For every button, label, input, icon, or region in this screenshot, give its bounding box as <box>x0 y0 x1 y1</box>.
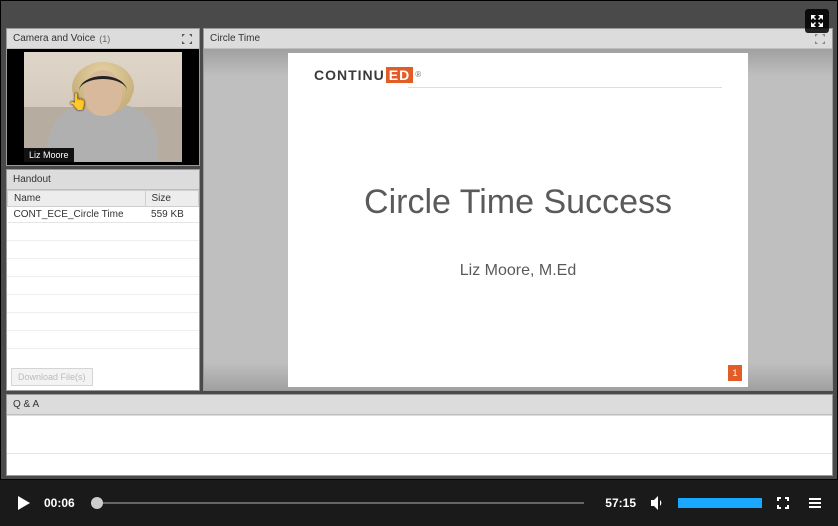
progress-handle[interactable] <box>91 497 103 509</box>
menu-button[interactable] <box>804 492 826 514</box>
brand-logo: CONTINUED® <box>314 67 422 83</box>
play-icon <box>14 494 32 512</box>
qa-body[interactable] <box>7 415 832 475</box>
slide-viewport: CONTINUED® Circle Time Success Liz Moore… <box>204 49 832 390</box>
handout-body: Name Size CONT_ECE_Circle Time 559 KB <box>7 190 199 390</box>
fullscreen-player-button[interactable] <box>772 492 794 514</box>
camera-panel-title: Camera and Voice <box>13 33 95 44</box>
slide-panel: Circle Time CONTINUED® Circle Time Succe… <box>203 28 833 391</box>
progress-bar[interactable] <box>96 497 584 509</box>
webcam-video: 👆 Liz Moore <box>7 49 199 165</box>
viewport: Camera and Voice (1) 👆 Liz Moore <box>0 0 838 526</box>
progress-line <box>96 502 584 504</box>
menu-icon <box>807 495 823 511</box>
brand-text-left: CONTINU <box>314 67 385 83</box>
panel-header-qa: Q & A <box>7 395 832 415</box>
presenter-name-tag: Liz Moore <box>24 148 74 162</box>
slide-content: CONTINUED® Circle Time Success Liz Moore… <box>288 53 748 387</box>
player-bar: 00:06 57:15 <box>0 480 838 526</box>
volume-fill <box>678 498 762 508</box>
panel-header-handout: Handout <box>7 170 199 190</box>
handout-col-name: Name <box>8 191 146 207</box>
content-area: Camera and Voice (1) 👆 Liz Moore <box>0 0 838 480</box>
handout-file-size: 559 KB <box>145 207 198 223</box>
slide-panel-title: Circle Time <box>210 33 260 44</box>
volume-slider[interactable] <box>678 497 762 509</box>
slide-title: Circle Time Success <box>314 183 722 222</box>
download-files-button[interactable]: Download File(s) <box>11 368 93 386</box>
brand-underline <box>408 87 722 88</box>
handout-file-name: CONT_ECE_Circle Time <box>8 207 146 223</box>
camera-panel-count: (1) <box>99 34 110 44</box>
expand-icon <box>809 13 825 29</box>
total-time: 57:15 <box>594 496 636 510</box>
handout-panel: Handout Name Size CONT_ECE_Circle Time 5… <box>6 169 200 391</box>
handout-empty-rows <box>7 223 199 364</box>
fullscreen-icon <box>775 495 791 511</box>
webcam-frame: 👆 Liz Moore <box>24 52 182 162</box>
panel-header-slide: Circle Time <box>204 29 832 49</box>
fullscreen-button[interactable] <box>805 9 829 33</box>
expand-panel-icon[interactable] <box>814 33 826 45</box>
registered-mark: ® <box>415 70 422 79</box>
qa-panel-title: Q & A <box>13 399 39 410</box>
slide-page-number: 1 <box>728 365 742 381</box>
qa-panel: Q & A <box>6 394 833 476</box>
volume-button[interactable] <box>646 492 668 514</box>
camera-voice-panel: Camera and Voice (1) 👆 Liz Moore <box>6 28 200 166</box>
play-button[interactable] <box>12 492 34 514</box>
handout-col-size: Size <box>145 191 198 207</box>
table-row[interactable]: CONT_ECE_Circle Time 559 KB <box>8 207 199 223</box>
handout-table: Name Size CONT_ECE_Circle Time 559 KB <box>7 190 199 223</box>
handout-panel-title: Handout <box>13 174 51 185</box>
current-time: 00:06 <box>44 496 86 510</box>
volume-icon <box>648 494 666 512</box>
expand-panel-icon[interactable] <box>181 33 193 45</box>
slide-subtitle: Liz Moore, M.Ed <box>314 262 722 280</box>
panel-header-camera: Camera and Voice (1) <box>7 29 199 49</box>
brand-text-box: ED <box>386 67 413 83</box>
